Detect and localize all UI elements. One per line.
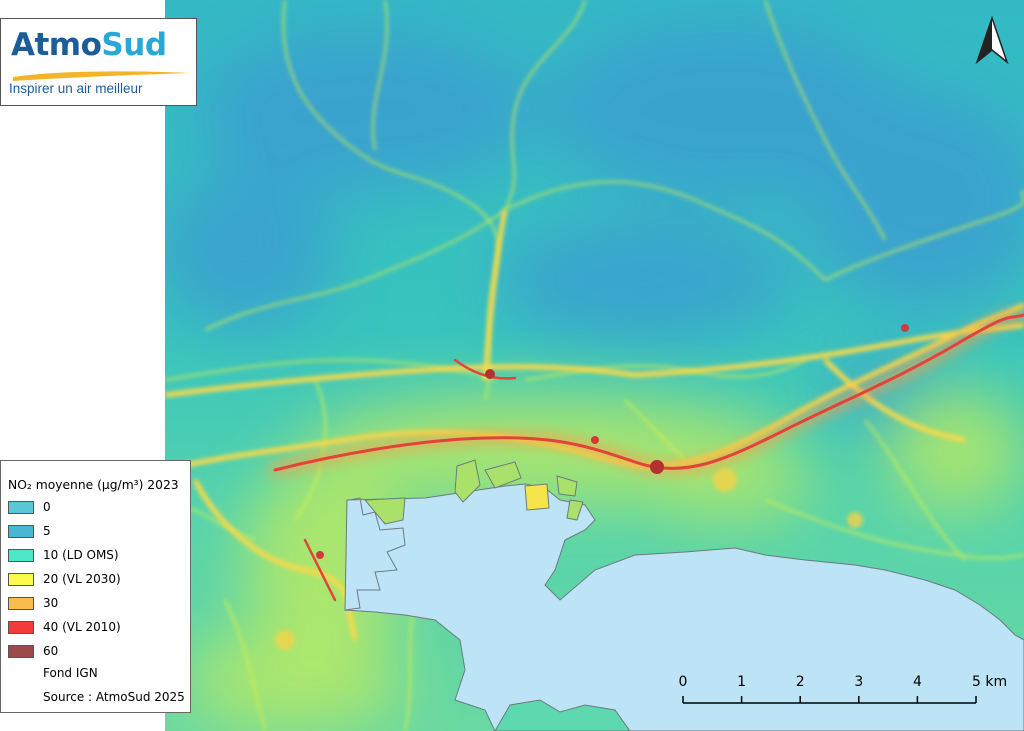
legend-class-label: 10 (LD OMS) xyxy=(43,548,119,562)
legend-swatch xyxy=(8,548,34,562)
scale-label: 2 xyxy=(796,674,805,690)
legend-class-row: 0 xyxy=(8,499,51,515)
scale-label: 3 xyxy=(854,674,863,690)
legend-swatch xyxy=(8,524,34,538)
legend-class-label: 20 (VL 2030) xyxy=(43,572,121,586)
legend-swatch xyxy=(8,644,34,658)
legend-class-label: 30 xyxy=(43,596,59,610)
legend-class-row: 60 xyxy=(8,643,58,659)
legend-class-label: 60 xyxy=(43,644,59,658)
legend-class-row: 40 (VL 2010) xyxy=(8,619,121,635)
logo-brand-sud: Sud xyxy=(101,27,167,63)
legend-class-row: 5 xyxy=(8,523,51,539)
no2-concentration-map xyxy=(165,0,1024,731)
legend-swatch xyxy=(8,572,34,586)
legend-class-row: 10 (LD OMS) xyxy=(8,547,119,563)
legend-class-label: 0 xyxy=(43,500,51,514)
scale-label: 4 xyxy=(913,674,922,690)
scale-bar: 0 1 2 3 4 5 km xyxy=(679,674,1007,704)
legend-swatch xyxy=(8,620,34,634)
legend-class-label: 5 xyxy=(43,524,51,538)
legend-class-row: 30 xyxy=(8,595,58,611)
legend: NO₂ moyenne (µg/m³) 2023 0 5 10 (LD OMS) 20… xyxy=(0,460,191,713)
scale-label: 0 xyxy=(679,674,688,690)
legend-source: Source : AtmoSud 2025 xyxy=(43,690,185,704)
legend-title: NO₂ moyenne (µg/m³) 2023 xyxy=(8,478,179,492)
logo-brand: AtmoSud xyxy=(11,27,167,63)
scale-label: 5 km xyxy=(972,674,1007,690)
legend-swatch xyxy=(8,596,34,610)
legend-swatch xyxy=(8,500,34,514)
north-arrow-icon xyxy=(975,16,1009,65)
logo-tagline: Inspirer un air meilleur xyxy=(9,81,143,96)
legend-basemap: Fond IGN xyxy=(43,666,98,680)
scale-label: 1 xyxy=(737,674,746,690)
atmosud-logo: AtmoSud Inspirer un air meilleur xyxy=(0,18,197,106)
legend-class-row: 20 (VL 2030) xyxy=(8,571,121,587)
logo-brand-atmo: Atmo xyxy=(11,27,102,63)
legend-class-label: 40 (VL 2010) xyxy=(43,620,121,634)
